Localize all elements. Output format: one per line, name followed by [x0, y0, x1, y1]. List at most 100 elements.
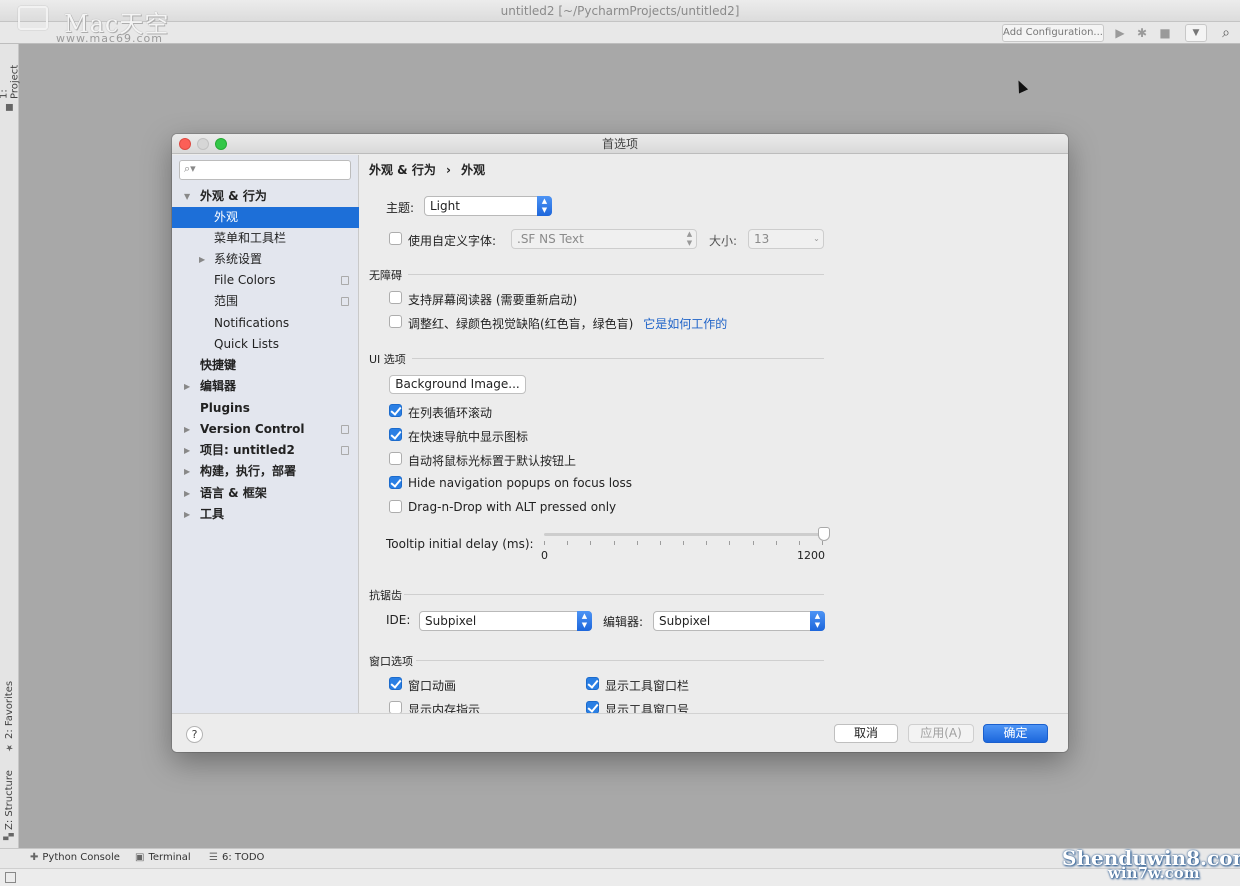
tree-item-keymap[interactable]: 快捷键 [172, 355, 359, 376]
updown-chevron-icon: ▲ ▼ [810, 611, 825, 631]
terminal-icon: ▣ [135, 852, 145, 863]
tab-structure[interactable]: ▚ Z: Structure [1, 766, 18, 840]
cyclic-scrolling-checkbox[interactable] [389, 404, 402, 417]
tree-item-quick-lists[interactable]: Quick Lists [172, 334, 359, 355]
updown-chevron-icon: ▲ ▼ [537, 196, 552, 216]
window-animation-label: 窗口动画 [408, 679, 457, 693]
breadcrumb-separator: › [446, 163, 451, 177]
drag-drop-alt-checkbox[interactable] [389, 500, 402, 513]
background-image-button[interactable]: Background Image... [389, 375, 526, 394]
tree-item-project[interactable]: ▶ 项目: untitled2 [172, 440, 359, 461]
project-level-icon [341, 276, 349, 285]
expanded-arrow-icon[interactable]: ▼ [184, 186, 190, 207]
color-deficiency-label: 调整红、绿颜色视觉缺陷(红色盲，绿色盲) 它是如何工作的 [408, 317, 728, 331]
show-icons-navigation-checkbox[interactable] [389, 428, 402, 441]
slider-tick [683, 541, 684, 545]
section-divider [412, 358, 824, 359]
slider-tick [613, 541, 615, 545]
how-it-works-link[interactable]: 它是如何工作的 [643, 317, 727, 331]
tab-structure-label: Z: Structure [4, 770, 15, 831]
tree-item-plugins[interactable]: Plugins [172, 398, 359, 419]
editor-antialias-select[interactable]: Subpixel ▲ ▼ [653, 611, 825, 631]
collapsed-arrow-icon[interactable]: ▶ [199, 249, 205, 270]
tree-item-appearance[interactable]: 外观 [172, 207, 359, 228]
collapsed-arrow-icon[interactable]: ▶ [184, 504, 190, 525]
tab-project-label: 1: Project [0, 64, 21, 99]
cancel-button[interactable]: 取消 [834, 724, 898, 743]
screen-reader-checkbox[interactable] [389, 291, 402, 304]
tree-item-appearance-behavior[interactable]: ▼ 外观 & 行为 [172, 186, 359, 207]
ide-antialias-label: IDE: [386, 613, 411, 627]
tab-project[interactable]: ■ 1: Project [0, 52, 21, 112]
dialog-title-bar: 首选项 [172, 134, 1068, 154]
ide-antialias-select[interactable]: Subpixel ▲ ▼ [419, 611, 592, 631]
tree-item-tools[interactable]: ▶ 工具 [172, 504, 359, 525]
font-size-select[interactable]: 13 ⌄ [748, 229, 824, 249]
breadcrumb: 外观 & 行为 › 外观 [369, 161, 485, 178]
drag-drop-alt-label: Drag-n-Drop with ALT pressed only [408, 500, 617, 514]
move-cursor-default-button-checkbox[interactable] [389, 452, 402, 465]
star-icon: ★ [4, 742, 15, 752]
collapsed-arrow-icon[interactable]: ▶ [184, 440, 190, 461]
run-icon[interactable]: ▶ [1112, 25, 1128, 41]
hide-nav-popups-label: Hide navigation popups on focus loss [408, 476, 632, 490]
minimize-window-button[interactable] [197, 138, 209, 150]
theme-select-value: Light [430, 199, 460, 213]
add-configuration-button[interactable]: Add Configuration... [1002, 24, 1104, 42]
color-deficiency-checkbox[interactable] [389, 315, 402, 328]
structure-icon: ▚ [4, 833, 15, 840]
debug-icon[interactable]: ✱ [1134, 25, 1150, 41]
ui-options-section-title: UI 选项 [369, 353, 406, 366]
antialiasing-section-title: 抗锯齿 [369, 589, 402, 602]
help-button[interactable]: ? [186, 726, 203, 743]
settings-tree-sidebar: ⌕▾ ▼ 外观 & 行为 外观 菜单和工具栏 ▶ 系统设置 File Color… [172, 155, 359, 713]
tab-terminal[interactable]: ▣ Terminal [135, 852, 191, 863]
font-family-select[interactable]: .SF NS Text ▲ ▼ [511, 229, 697, 249]
custom-font-checkbox[interactable] [389, 232, 402, 245]
tooltip-delay-label: Tooltip initial delay (ms): [386, 537, 534, 551]
tab-favorites[interactable]: ★ 2: Favorites [1, 680, 18, 752]
slider-track[interactable] [544, 533, 824, 536]
tree-item-file-colors[interactable]: File Colors [172, 270, 359, 291]
slider-tick [822, 541, 823, 545]
stop-icon[interactable]: ■ [1157, 25, 1173, 41]
tab-terminal-label: Terminal [148, 852, 191, 863]
tree-item-menus-toolbars[interactable]: 菜单和工具栏 [172, 228, 359, 249]
watermark-logo: Mac天空 www.mac69.com [8, 2, 198, 45]
settings-search-input[interactable]: ⌕▾ [179, 160, 351, 180]
tree-item-version-control[interactable]: ▶ Version Control [172, 419, 359, 440]
search-everywhere-icon[interactable]: ⌕ [1218, 25, 1234, 41]
tree-item-notifications[interactable]: Notifications [172, 313, 359, 334]
zoom-window-button[interactable] [215, 138, 227, 150]
window-animation-checkbox[interactable] [389, 677, 402, 690]
slider-thumb[interactable] [818, 527, 830, 541]
collapsed-arrow-icon[interactable]: ▶ [184, 483, 190, 504]
folder-icon: ■ [4, 102, 15, 112]
apply-button[interactable]: 应用(A) [908, 724, 974, 743]
ide-antialias-value: Subpixel [425, 614, 477, 628]
custom-font-label: 使用自定义字体: [408, 234, 497, 248]
collapsed-arrow-icon[interactable]: ▶ [184, 376, 190, 397]
tree-item-languages-frameworks[interactable]: ▶ 语言 & 框架 [172, 483, 359, 504]
tab-favorites-label: 2: Favorites [4, 680, 15, 739]
tree-item-build-execution-deployment[interactable]: ▶ 构建，执行，部署 [172, 461, 359, 482]
tree-item-scopes[interactable]: 范围 [172, 291, 359, 312]
tree-item-system-settings[interactable]: ▶ 系统设置 [172, 249, 359, 270]
collapsed-arrow-icon[interactable]: ▶ [184, 461, 190, 482]
show-tool-window-bars-checkbox[interactable] [586, 677, 599, 690]
left-tool-strip: ■ 1: Project ★ 2: Favorites ▚ Z: Structu… [0, 44, 21, 848]
slider-tick [706, 541, 708, 545]
collapsed-arrow-icon[interactable]: ▶ [184, 419, 190, 440]
layout-toggle-icon[interactable] [5, 872, 16, 883]
updown-chevron-icon: ▲ ▼ [686, 230, 693, 247]
ok-button[interactable]: 确定 [983, 724, 1048, 743]
close-window-button[interactable] [179, 138, 191, 150]
screen-reader-label: 支持屏幕阅读器 (需要重新启动) [408, 293, 578, 307]
hide-nav-popups-checkbox[interactable] [389, 476, 402, 489]
vcs-dropdown-button[interactable]: ▼ [1185, 24, 1207, 42]
tab-python-console[interactable]: ✚ Python Console [30, 852, 120, 863]
tab-todo[interactable]: ☰ 6: TODO [209, 852, 264, 863]
tree-item-editor[interactable]: ▶ 编辑器 [172, 376, 359, 397]
breadcrumb-parent[interactable]: 外观 & 行为 [369, 163, 436, 177]
theme-select[interactable]: Light ▲ ▼ [424, 196, 552, 216]
